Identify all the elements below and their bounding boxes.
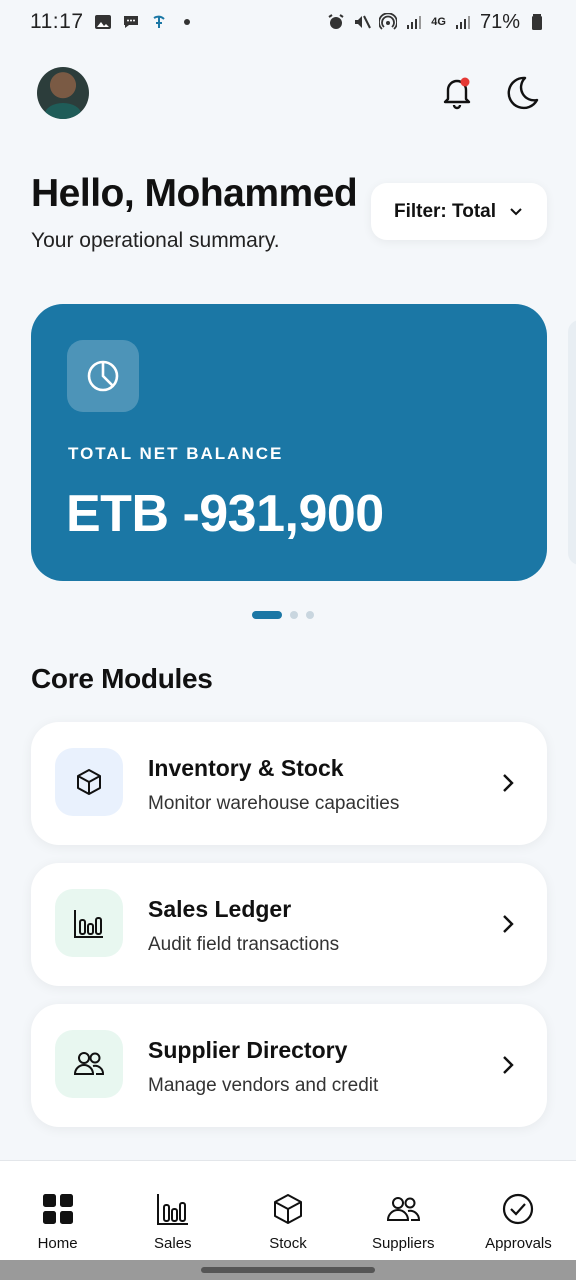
grid-icon bbox=[42, 1194, 73, 1224]
bar-chart-icon bbox=[156, 1194, 188, 1225]
signal-icon bbox=[407, 16, 422, 29]
nav-label: Sales bbox=[154, 1235, 192, 1252]
nav-stock[interactable]: Stock bbox=[230, 1161, 345, 1260]
moon-icon[interactable] bbox=[503, 74, 541, 112]
bottom-nav: Home Sales Stock Suppliers Approvals bbox=[0, 1160, 576, 1260]
nav-sales[interactable]: Sales bbox=[115, 1161, 230, 1260]
signal-icon-2 bbox=[455, 16, 470, 29]
module-subtitle: Manage vendors and credit bbox=[148, 1075, 379, 1096]
chevron-right-icon bbox=[503, 915, 514, 933]
chevron-down-icon bbox=[510, 207, 522, 215]
nav-label: Home bbox=[37, 1235, 78, 1252]
battery-percent: 71% bbox=[479, 10, 520, 33]
section-title: Core Modules bbox=[31, 663, 213, 694]
next-card-peek[interactable] bbox=[568, 320, 576, 565]
alarm-icon bbox=[328, 14, 344, 29]
nav-label: Suppliers bbox=[371, 1235, 435, 1252]
system-gesture-bar bbox=[0, 1260, 576, 1280]
module-title: Supplier Directory bbox=[148, 1037, 348, 1063]
home-indicator[interactable] bbox=[201, 1267, 375, 1273]
carousel-dot[interactable] bbox=[290, 611, 298, 619]
more-notifications-icon bbox=[183, 19, 190, 25]
nav-label: Stock bbox=[269, 1235, 307, 1252]
box-icon bbox=[274, 1194, 302, 1224]
balance-label: TOTAL NET BALANCE bbox=[68, 444, 284, 463]
module-subtitle: Monitor warehouse capacities bbox=[148, 793, 400, 814]
network-type: 4G bbox=[431, 16, 446, 28]
nav-label: Approvals bbox=[485, 1235, 552, 1252]
box-icon bbox=[55, 748, 123, 816]
module-title: Sales Ledger bbox=[148, 896, 292, 922]
module-supplier-directory[interactable]: Supplier Directory Manage vendors and cr… bbox=[31, 1004, 547, 1127]
carousel-dot[interactable] bbox=[252, 611, 282, 619]
users-icon bbox=[55, 1030, 123, 1098]
chevron-right-icon bbox=[503, 774, 514, 792]
balance-value: ETB -931,900 bbox=[66, 485, 384, 543]
bell-icon[interactable] bbox=[439, 74, 475, 110]
page-subtitle: Your operational summary. bbox=[31, 229, 280, 252]
app-notification-icon bbox=[152, 15, 165, 28]
status-bar: 11:17 4G 71% bbox=[0, 0, 576, 44]
nav-home[interactable]: Home bbox=[0, 1161, 115, 1260]
module-subtitle: Audit field transactions bbox=[148, 934, 340, 955]
battery-icon bbox=[532, 14, 542, 30]
module-sales-ledger[interactable]: Sales Ledger Audit field transactions bbox=[31, 863, 547, 986]
gallery-icon bbox=[94, 15, 111, 29]
filter-label: Filter: Total bbox=[393, 200, 497, 222]
avatar[interactable] bbox=[37, 67, 89, 119]
status-time: 11:17 bbox=[30, 10, 84, 33]
hotspot-icon bbox=[379, 13, 398, 30]
users-icon bbox=[387, 1197, 421, 1221]
page-title: Hello, Mohammed bbox=[31, 172, 358, 215]
carousel-dot[interactable] bbox=[306, 611, 314, 619]
chevron-right-icon bbox=[503, 1056, 514, 1074]
bar-chart-icon bbox=[55, 889, 123, 957]
nav-suppliers[interactable]: Suppliers bbox=[346, 1161, 461, 1260]
carousel-indicator bbox=[252, 611, 314, 619]
filter-dropdown[interactable]: Filter: Total bbox=[371, 183, 547, 240]
module-title: Inventory & Stock bbox=[148, 755, 344, 781]
check-circle-icon bbox=[503, 1193, 534, 1225]
module-inventory[interactable]: Inventory & Stock Monitor warehouse capa… bbox=[31, 722, 547, 845]
pie-chart-icon bbox=[67, 340, 139, 412]
nav-approvals[interactable]: Approvals bbox=[461, 1161, 576, 1260]
message-icon bbox=[123, 16, 138, 28]
mute-icon bbox=[355, 15, 372, 29]
net-balance-card[interactable]: TOTAL NET BALANCE ETB -931,900 bbox=[31, 304, 547, 581]
